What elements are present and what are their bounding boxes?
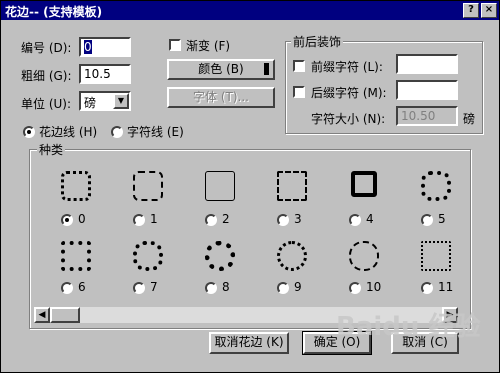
window-title: 花边-- (支持模板) bbox=[5, 5, 103, 19]
border-label-3: 3 bbox=[294, 212, 302, 226]
border-pattern-icon bbox=[277, 171, 307, 201]
border-pattern-icon bbox=[133, 171, 163, 201]
border-radio-8[interactable] bbox=[205, 282, 217, 294]
border-radio-0[interactable] bbox=[61, 214, 73, 226]
border-label-2: 2 bbox=[222, 212, 230, 226]
border-style-4[interactable]: 4 bbox=[335, 171, 395, 231]
prefix-label: 前缀字符 (L): bbox=[311, 60, 383, 74]
border-style-11[interactable]: 11 bbox=[407, 241, 467, 301]
size-label: 字符大小 (N): bbox=[311, 112, 386, 126]
dialog-window: 花边-- (支持模板) ? × 编号 (D): 0 粗细 (G): 10.5 单… bbox=[0, 0, 500, 373]
border-pattern-icon bbox=[277, 241, 307, 271]
cancel-border-button[interactable]: 取消花边 (K) bbox=[209, 332, 289, 354]
border-label-0: 0 bbox=[78, 212, 86, 226]
number-label: 编号 (D): bbox=[21, 41, 72, 55]
gradient-label: 渐变 (F) bbox=[186, 39, 231, 53]
border-style-0[interactable]: 0 bbox=[47, 171, 107, 231]
help-button[interactable]: ? bbox=[463, 3, 479, 18]
border-radio-2[interactable] bbox=[205, 214, 217, 226]
border-label-7: 7 bbox=[150, 280, 158, 294]
color-button[interactable]: 颜色 (B) bbox=[167, 59, 275, 80]
char-line-radio[interactable] bbox=[111, 126, 123, 138]
unit-select-value: 磅 bbox=[84, 96, 97, 110]
thickness-label: 粗细 (G): bbox=[21, 69, 72, 83]
number-input[interactable]: 0 bbox=[79, 37, 131, 57]
unit-select[interactable]: 磅 ▼ bbox=[79, 91, 131, 111]
border-style-10[interactable]: 10 bbox=[335, 241, 395, 301]
border-label-10: 10 bbox=[366, 280, 382, 294]
border-line-radio[interactable] bbox=[23, 126, 35, 138]
border-style-6[interactable]: 6 bbox=[47, 241, 107, 301]
border-radio-6[interactable] bbox=[61, 282, 73, 294]
types-group-title: 种类 bbox=[37, 141, 66, 158]
border-radio-11[interactable] bbox=[421, 282, 433, 294]
border-pattern-icon bbox=[205, 241, 235, 271]
border-radio-4[interactable] bbox=[349, 214, 361, 226]
border-radio-7[interactable] bbox=[133, 282, 145, 294]
border-pattern-icon bbox=[61, 241, 91, 271]
color-swatch bbox=[264, 63, 269, 75]
border-style-9[interactable]: 9 bbox=[263, 241, 323, 301]
border-label-11: 11 bbox=[438, 280, 454, 294]
border-radio-1[interactable] bbox=[133, 214, 145, 226]
border-style-2[interactable]: 2 bbox=[191, 171, 251, 231]
border-style-3[interactable]: 3 bbox=[263, 171, 323, 231]
border-radio-5[interactable] bbox=[421, 214, 433, 226]
border-style-5[interactable]: 5 bbox=[407, 171, 467, 231]
border-radio-10[interactable] bbox=[349, 282, 361, 294]
decoration-group-title: 前后装饰 bbox=[291, 33, 344, 50]
border-pattern-icon bbox=[133, 241, 163, 271]
border-line-label: 花边线 (H) bbox=[39, 125, 98, 139]
border-pattern-icon bbox=[349, 241, 379, 271]
border-label-6: 6 bbox=[78, 280, 86, 294]
suffix-input[interactable] bbox=[396, 80, 458, 100]
title-bar: 花边-- (支持模板) ? × bbox=[1, 1, 499, 20]
border-label-5: 5 bbox=[438, 212, 446, 226]
border-radio-9[interactable] bbox=[277, 282, 289, 294]
color-button-label: 颜色 (B) bbox=[198, 62, 244, 76]
border-pattern-icon bbox=[61, 171, 91, 201]
border-label-8: 8 bbox=[222, 280, 230, 294]
border-radio-3[interactable] bbox=[277, 214, 289, 226]
suffix-label: 后缀字符 (M): bbox=[311, 86, 387, 100]
thickness-input[interactable]: 10.5 bbox=[79, 64, 131, 84]
border-style-1[interactable]: 1 bbox=[119, 171, 179, 231]
scroll-thumb[interactable] bbox=[50, 307, 80, 323]
border-pattern-icon bbox=[205, 171, 235, 201]
gradient-checkbox[interactable] bbox=[169, 39, 181, 51]
unit-label: 单位 (U): bbox=[21, 97, 72, 111]
size-input[interactable]: 10.50 bbox=[396, 106, 458, 126]
chevron-down-icon[interactable]: ▼ bbox=[113, 93, 129, 109]
border-label-1: 1 bbox=[150, 212, 158, 226]
border-label-4: 4 bbox=[366, 212, 374, 226]
baidu-watermark: Baidu 经验 bbox=[336, 312, 481, 342]
border-pattern-icon bbox=[421, 241, 451, 271]
close-button[interactable]: × bbox=[481, 3, 497, 18]
border-style-7[interactable]: 7 bbox=[119, 241, 179, 301]
char-line-label: 字符线 (E) bbox=[127, 125, 184, 139]
suffix-checkbox[interactable] bbox=[293, 86, 305, 98]
number-input-value: 0 bbox=[84, 40, 92, 54]
font-button[interactable]: 字体 (T)... bbox=[167, 87, 275, 108]
scroll-left-icon[interactable]: ◀ bbox=[34, 307, 50, 323]
border-pattern-icon bbox=[351, 171, 377, 197]
prefix-checkbox[interactable] bbox=[293, 60, 305, 72]
border-pattern-icon bbox=[421, 171, 451, 201]
border-style-8[interactable]: 8 bbox=[191, 241, 251, 301]
size-unit: 磅 bbox=[463, 112, 476, 126]
border-label-9: 9 bbox=[294, 280, 302, 294]
prefix-input[interactable] bbox=[396, 54, 458, 74]
